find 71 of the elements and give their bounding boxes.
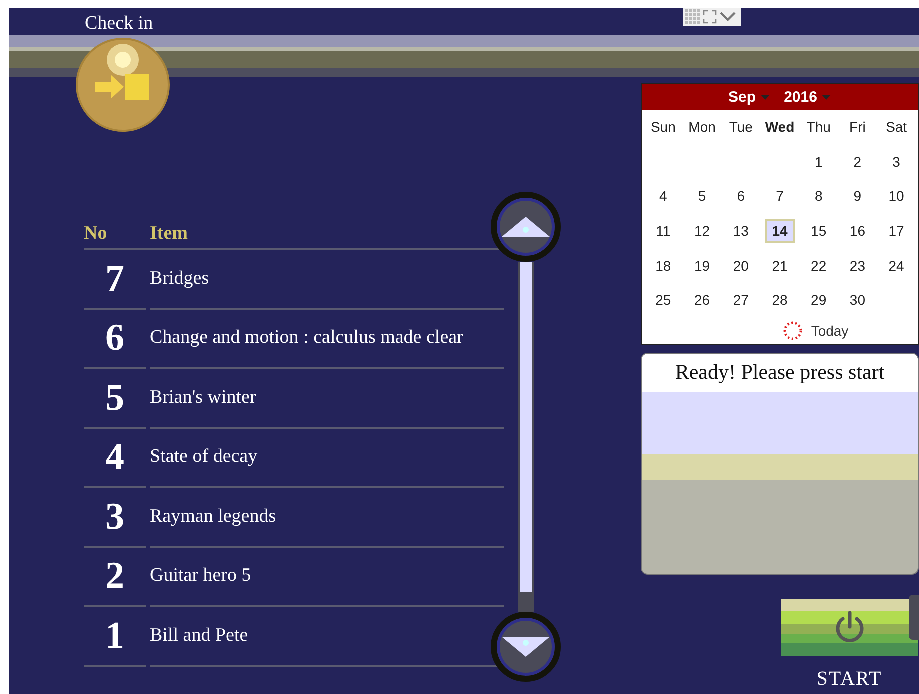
row-number: 1 [106, 614, 124, 658]
calendar-day[interactable]: 20 [726, 254, 756, 278]
weekday-label: Mon [688, 119, 716, 136]
item-title[interactable]: Brian's winter [150, 386, 470, 409]
down-arrow-icon [501, 636, 551, 658]
status-message: Ready! Please press start [675, 360, 885, 386]
calendar-day[interactable]: 27 [726, 288, 756, 312]
up-arrow-icon [501, 216, 551, 238]
calendar-day[interactable]: 15 [804, 219, 834, 244]
calendar-day[interactable]: 29 [804, 288, 834, 312]
start-button[interactable] [781, 598, 918, 656]
row-number: 6 [106, 316, 124, 360]
dotted-circle-icon [783, 320, 804, 341]
column-header: No [84, 223, 108, 245]
calendar-day[interactable]: 7 [764, 184, 795, 208]
calendar-day[interactable]: 4 [648, 184, 678, 208]
row-number: 5 [106, 376, 124, 420]
weekday-label: Thu [806, 119, 831, 136]
column-header: Item [150, 223, 188, 245]
calendar-day[interactable]: 28 [764, 288, 795, 312]
item-title[interactable]: Bill and Pete [150, 624, 470, 647]
item-title[interactable]: Guitar hero 5 [150, 565, 470, 588]
item-title[interactable]: Bridges [150, 268, 470, 290]
calendar-day[interactable]: 10 [882, 184, 912, 208]
calendar-day[interactable]: 22 [804, 254, 834, 278]
scrollbar-track[interactable] [518, 262, 534, 612]
today-button[interactable]: Today [783, 318, 849, 344]
calendar-day[interactable]: 25 [648, 288, 678, 312]
calendar-day[interactable]: 24 [882, 254, 912, 278]
calendar-day[interactable]: 21 [764, 254, 795, 278]
calendar-day[interactable]: 23 [842, 254, 873, 278]
row-number: 4 [106, 435, 124, 480]
start-label: START [816, 668, 882, 691]
row-number: 3 [106, 494, 124, 539]
caret-icon [822, 94, 832, 100]
row-number: 2 [106, 554, 124, 598]
power-icon [834, 610, 866, 644]
fullscreen-icon[interactable] [703, 10, 717, 24]
calendar-day[interactable]: 16 [842, 219, 873, 244]
calendar-day[interactable]: 13 [726, 219, 756, 244]
weekday-label: Fri [850, 119, 866, 136]
weekday-label: Sun [650, 119, 676, 136]
calendar-day[interactable]: 14 [764, 219, 795, 244]
calendar-day[interactable]: 12 [687, 219, 718, 244]
calendar-day[interactable]: 11 [648, 219, 678, 244]
weekday-label: Wed [765, 119, 795, 136]
item-title[interactable]: Change and motion : calculus made clear [150, 327, 470, 350]
calendar-day[interactable]: 26 [687, 288, 718, 312]
calendar-day[interactable]: 6 [726, 184, 756, 208]
item-title[interactable]: State of decay [150, 446, 470, 468]
calendar-day[interactable]: 8 [804, 184, 834, 208]
year-dropdown[interactable]: 2016 [784, 88, 832, 106]
calendar-day[interactable]: 9 [842, 184, 873, 208]
weekday-label: Sat [886, 119, 908, 136]
calendar-day[interactable]: 19 [687, 254, 718, 278]
item-title[interactable]: Rayman legends [150, 506, 470, 528]
weekday-label: Tue [729, 119, 753, 136]
calendar-day[interactable]: 17 [882, 219, 912, 244]
scrollbar-thumb[interactable] [520, 262, 532, 592]
window-title: Check in [85, 13, 154, 35]
calendar-day[interactable]: 18 [648, 254, 678, 278]
calendar-day[interactable]: 2 [842, 150, 873, 174]
caret-icon [761, 94, 770, 100]
calendar-day[interactable]: 1 [804, 150, 834, 174]
calendar-day[interactable]: 3 [882, 150, 912, 174]
chevron-down-icon[interactable] [719, 11, 737, 23]
check-in-icon [75, 38, 171, 132]
calendar-day[interactable]: 30 [842, 288, 873, 312]
month-dropdown[interactable]: Sep [728, 88, 770, 106]
row-number: 7 [106, 256, 124, 301]
calendar-day[interactable]: 5 [687, 184, 718, 208]
